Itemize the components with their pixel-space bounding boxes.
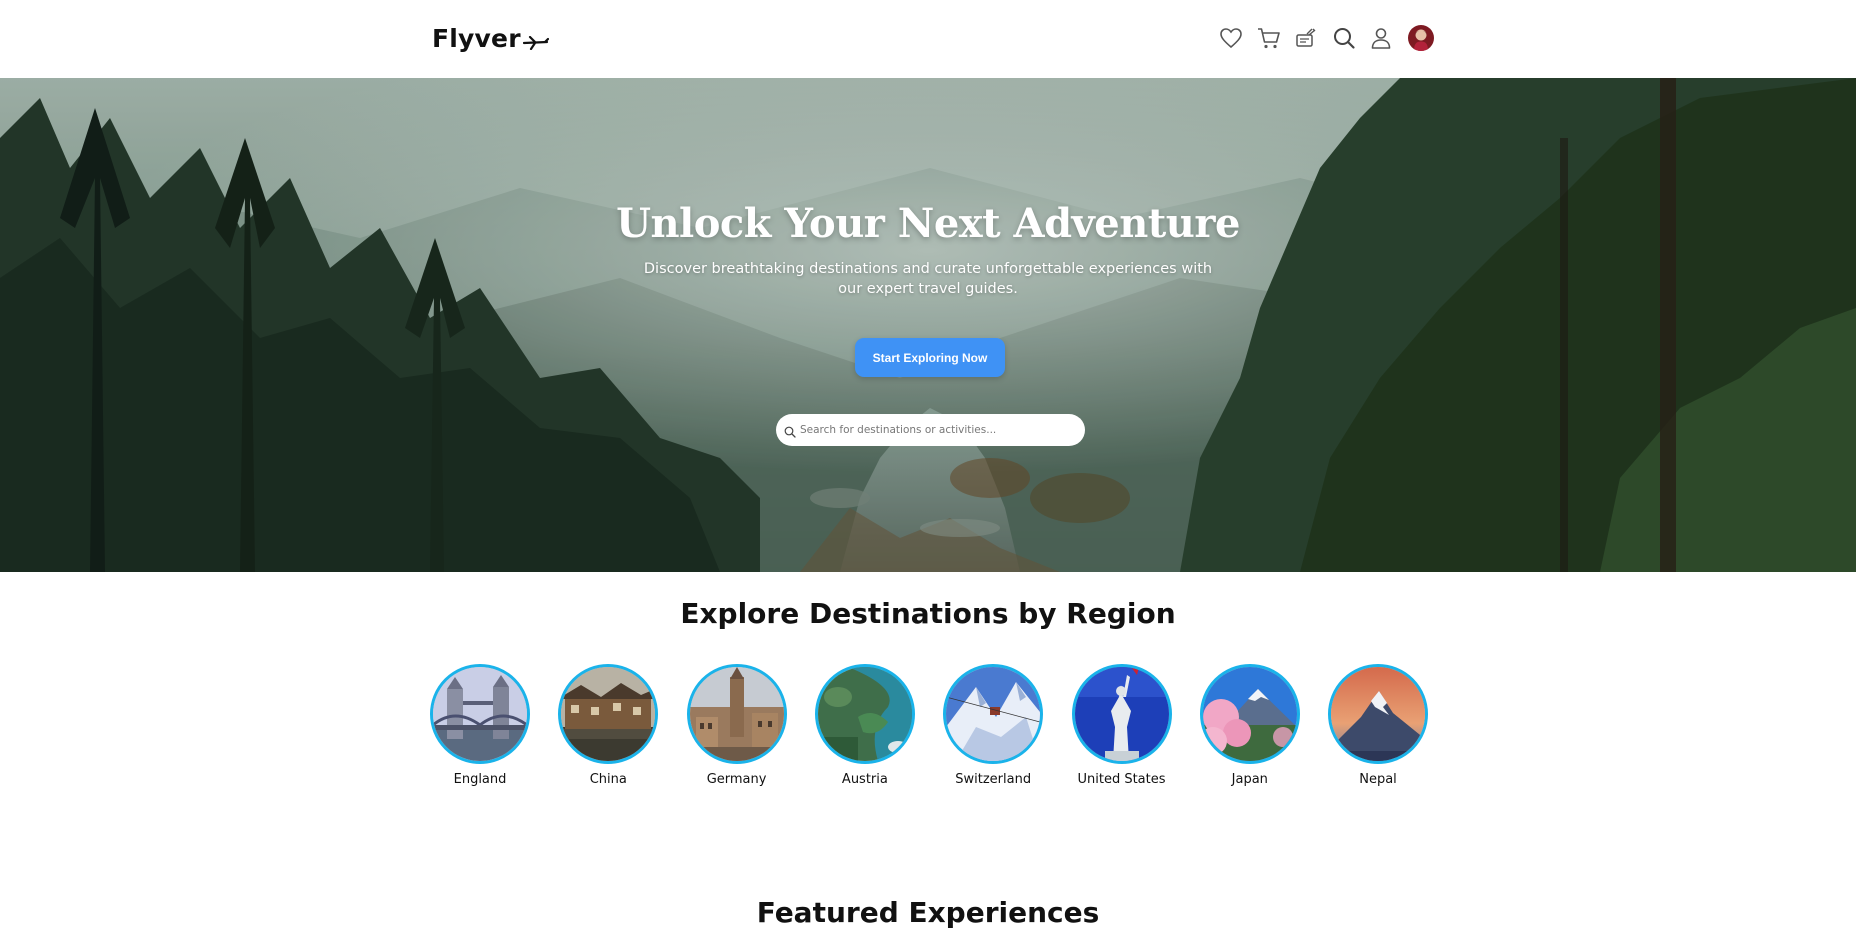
forest-background-image: [0, 78, 1856, 572]
logo[interactable]: Flyver: [432, 24, 549, 53]
region-image-switzerland: [943, 664, 1044, 764]
airplane-icon: [522, 35, 549, 50]
region-image-china: [558, 664, 659, 764]
featured-title: Featured Experiences: [756, 896, 1100, 929]
region-label: United States: [1077, 772, 1166, 787]
region-image-nepal: [1328, 664, 1428, 764]
region-list: England China Germany Austria Switzerlan…: [430, 664, 1428, 794]
region-label: Switzerland: [955, 772, 1032, 787]
user-icon[interactable]: [1366, 23, 1396, 53]
region-item-japan[interactable]: Japan: [1199, 664, 1300, 787]
region-item-china[interactable]: China: [558, 664, 659, 787]
region-label: Japan: [1231, 772, 1268, 787]
region-item-england[interactable]: England: [430, 664, 530, 787]
site-header: Flyver: [0, 0, 1856, 78]
tickets-icon[interactable]: [1291, 23, 1321, 53]
region-image-germany: [686, 664, 787, 764]
heart-icon[interactable]: [1216, 23, 1246, 53]
cart-icon[interactable]: [1254, 23, 1284, 53]
search-icon: [784, 426, 796, 438]
avatar[interactable]: [1407, 25, 1434, 51]
region-label: Austria: [841, 772, 888, 787]
region-image-england: [430, 664, 530, 764]
region-label: England: [453, 772, 507, 787]
region-item-germany[interactable]: Germany: [686, 664, 787, 787]
regions-title: Explore Destinations by Region: [680, 597, 1176, 630]
hero-title: Unlock Your Next Adventure: [616, 200, 1240, 247]
region-item-nepal[interactable]: Nepal: [1328, 664, 1428, 787]
hero-banner: Unlock Your Next Adventure Discover brea…: [0, 78, 1856, 572]
region-item-switzerland[interactable]: Switzerland: [943, 664, 1044, 787]
logo-text: Flyver: [432, 24, 521, 53]
region-image-austria: [814, 664, 915, 764]
search-icon[interactable]: [1329, 23, 1359, 53]
hero-subtitle: Discover breathtaking destinations and c…: [643, 261, 1213, 297]
region-item-united-states[interactable]: United States: [1071, 664, 1172, 787]
search-input[interactable]: [800, 424, 1080, 436]
region-item-austria[interactable]: Austria: [814, 664, 915, 787]
region-label: China: [589, 772, 627, 787]
region-image-united-states: [1071, 664, 1172, 764]
region-image-japan: [1199, 664, 1300, 764]
region-label: Nepal: [1359, 772, 1397, 787]
header-actions: [1216, 22, 1434, 54]
hero-search-bar: [776, 414, 1085, 446]
start-exploring-button[interactable]: Start Exploring Now: [855, 338, 1005, 377]
region-label: Germany: [706, 772, 767, 787]
